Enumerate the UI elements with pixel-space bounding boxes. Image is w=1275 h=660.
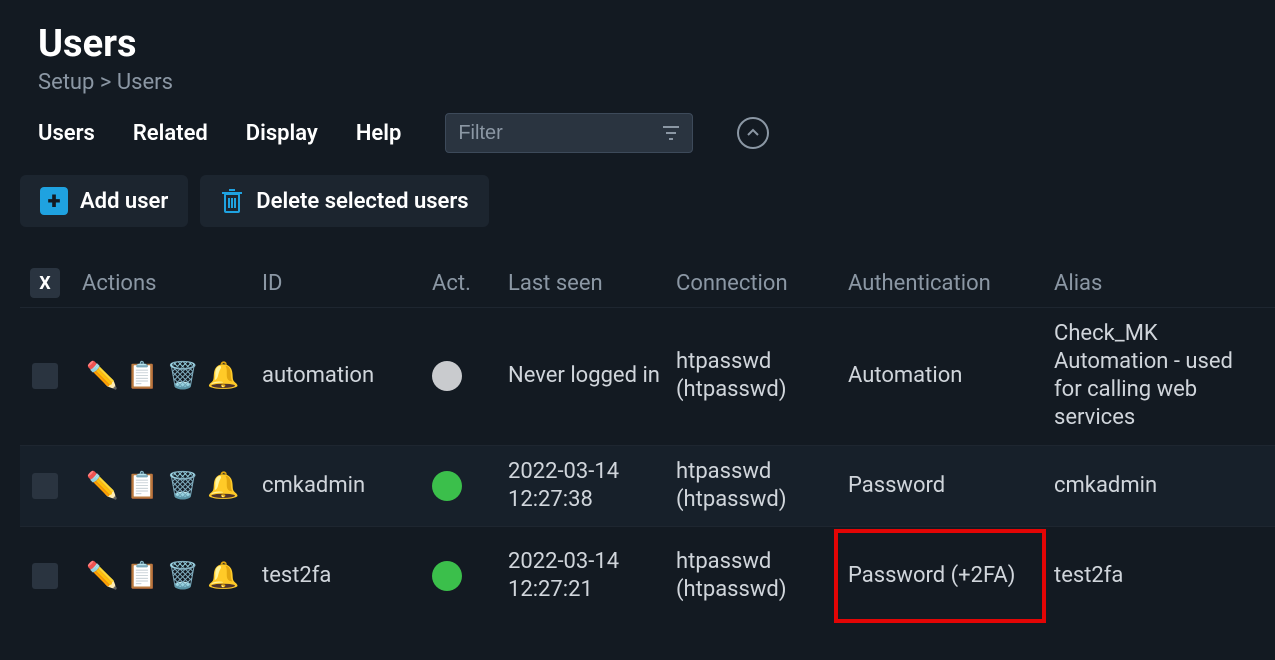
cell-last-seen: 2022-03-14 12:27:21 (508, 548, 676, 604)
breadcrumb: Setup > Users (0, 66, 1275, 113)
status-dot (432, 471, 462, 501)
copy-icon[interactable]: 📋 (126, 563, 158, 589)
delete-selected-label: Delete selected users (256, 189, 468, 214)
filter-input[interactable] (458, 122, 662, 145)
cell-id: test2fa (262, 562, 432, 590)
status-dot (432, 561, 462, 591)
bell-icon[interactable]: 🔔 (207, 363, 239, 389)
table-row: ✏️ 📋 🗑️ 🔔 cmkadmin 2022-03-14 12:27:38htpassw… (20, 445, 1275, 526)
menu-help[interactable]: Help (356, 121, 402, 146)
status-dot (432, 361, 462, 391)
row-checkbox[interactable] (32, 363, 58, 389)
th-actions: Actions (82, 271, 262, 296)
th-act: Act. (432, 271, 508, 296)
table-row: ✏️ 📋 🗑️ 🔔 test2fa 2022-03-14 12:27:21htpasswd… (20, 526, 1275, 625)
th-id: ID (262, 271, 432, 296)
cell-last-seen: 2022-03-14 12:27:38 (508, 458, 676, 514)
edit-icon[interactable]: ✏️ (86, 473, 118, 499)
cell-authentication: Automation (848, 362, 1054, 390)
cell-authentication: Password (848, 472, 1054, 500)
cell-alias: cmkadmin (1054, 472, 1264, 500)
row-checkbox[interactable] (32, 563, 58, 589)
th-connection: Connection (676, 271, 848, 296)
edit-icon[interactable]: ✏️ (86, 363, 118, 389)
cell-alias: Check_MK Automation - used for calling w… (1054, 320, 1264, 433)
add-user-button[interactable]: + Add user (20, 175, 188, 227)
copy-icon[interactable]: 📋 (126, 363, 158, 389)
edit-icon[interactable]: ✏️ (86, 563, 118, 589)
delete-icon[interactable]: 🗑️ (167, 473, 199, 499)
bell-icon[interactable]: 🔔 (207, 563, 239, 589)
cell-id: automation (262, 362, 432, 390)
menu-display[interactable]: Display (246, 121, 318, 146)
menubar: Users Related Display Help (0, 113, 1275, 153)
cell-last-seen: Never logged in (508, 362, 676, 390)
th-last-seen: Last seen (508, 271, 676, 296)
cell-alias: test2fa (1054, 562, 1264, 590)
filter-box[interactable] (445, 113, 693, 153)
delete-selected-button[interactable]: Delete selected users (200, 175, 488, 227)
menu-users[interactable]: Users (38, 121, 95, 146)
page-title: Users (0, 0, 1275, 66)
actionbar: + Add user Delete selected users (0, 175, 1275, 227)
row-checkbox[interactable] (32, 473, 58, 499)
table-header: X Actions ID Act. Last seen Connection A… (20, 259, 1275, 307)
cell-id: cmkadmin (262, 472, 432, 500)
th-alias: Alias (1054, 271, 1264, 296)
cell-connection: htpasswd (htpasswd) (676, 458, 848, 514)
menu-related[interactable]: Related (133, 121, 208, 146)
cell-connection: htpasswd (htpasswd) (676, 348, 848, 404)
cell-authentication: Password (+2FA) (848, 539, 1054, 613)
users-table: X Actions ID Act. Last seen Connection A… (0, 259, 1275, 625)
trash-icon (220, 188, 244, 214)
copy-icon[interactable]: 📋 (126, 473, 158, 499)
delete-icon[interactable]: 🗑️ (167, 363, 199, 389)
plus-icon: + (40, 187, 68, 215)
bell-icon[interactable]: 🔔 (207, 473, 239, 499)
th-authentication: Authentication (848, 271, 1054, 296)
collapse-toggle[interactable] (737, 117, 769, 149)
cell-connection: htpasswd (htpasswd) (676, 548, 848, 604)
select-all-checkbox[interactable]: X (30, 268, 60, 298)
add-user-label: Add user (80, 189, 168, 214)
auth-highlight-box: Password (+2FA) (834, 529, 1046, 623)
table-row: ✏️ 📋 🗑️ 🔔 automation Never logged inhtpasswd … (20, 307, 1275, 445)
delete-icon[interactable]: 🗑️ (167, 563, 199, 589)
filter-icon[interactable] (662, 125, 680, 141)
